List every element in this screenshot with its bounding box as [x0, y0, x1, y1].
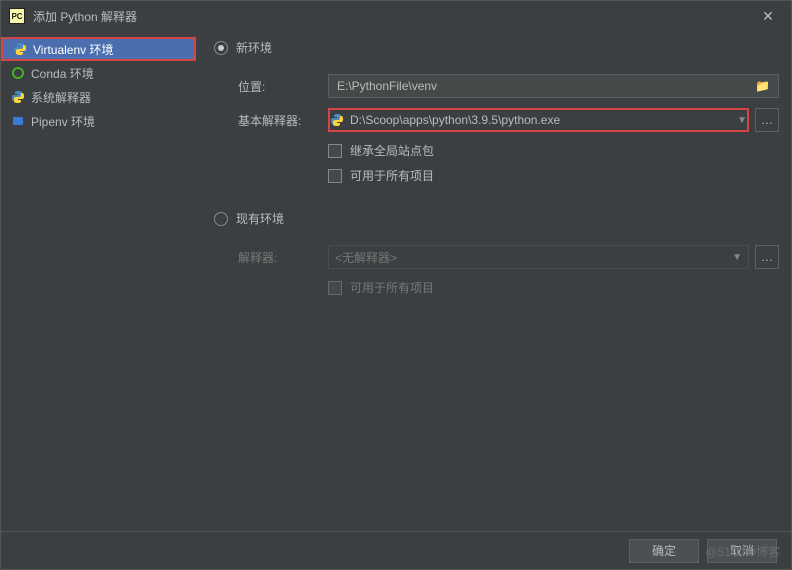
interpreter-row: 解释器: <无解释器> ▼ …	[214, 245, 779, 269]
main-panel: 新环境 位置: E:\PythonFile\venv 📁 基本解释器: D:\S…	[196, 31, 791, 531]
titlebar: PC 添加 Python 解释器 ✕	[1, 1, 791, 31]
sidebar: Virtualenv 环境 Conda 环境 系统解释器 Pipenv 环境	[1, 31, 196, 531]
sidebar-item-conda[interactable]: Conda 环境	[1, 61, 196, 85]
cancel-button[interactable]: 取消	[707, 539, 777, 563]
interpreter-label: 解释器:	[238, 249, 328, 266]
checkbox-icon	[328, 281, 342, 295]
python-icon	[330, 113, 344, 127]
location-label: 位置:	[238, 78, 328, 95]
available-all-checkbox-row-2: 可用于所有项目	[328, 279, 779, 296]
checkbox-icon[interactable]	[328, 169, 342, 183]
sidebar-item-label: Conda 环境	[31, 65, 94, 82]
new-env-label: 新环境	[236, 39, 272, 56]
interpreter-value: <无解释器>	[335, 249, 397, 266]
radio-icon[interactable]	[214, 41, 228, 55]
location-value: E:\PythonFile\venv	[337, 79, 437, 93]
app-icon: PC	[9, 8, 25, 24]
base-interpreter-value: D:\Scoop\apps\python\3.9.5\python.exe	[350, 113, 560, 127]
footer: 确定 取消	[1, 531, 791, 569]
existing-env-label: 现有环境	[236, 210, 284, 227]
existing-env-radio-row[interactable]: 现有环境	[214, 210, 779, 227]
sidebar-item-label: 系统解释器	[31, 89, 91, 106]
sidebar-item-system[interactable]: 系统解释器	[1, 85, 196, 109]
python-icon	[11, 90, 25, 104]
python-icon	[13, 42, 27, 56]
chevron-down-icon: ▼	[732, 252, 742, 263]
sidebar-item-virtualenv[interactable]: Virtualenv 环境	[1, 37, 196, 61]
available-all-label-2: 可用于所有项目	[350, 279, 434, 296]
interpreter-dropdown: <无解释器> ▼	[328, 245, 749, 269]
base-interpreter-dropdown[interactable]: D:\Scoop\apps\python\3.9.5\python.exe ▼	[328, 108, 749, 132]
radio-icon[interactable]	[214, 212, 228, 226]
pipenv-icon	[11, 114, 25, 128]
checkbox-icon[interactable]	[328, 144, 342, 158]
sidebar-item-label: Pipenv 环境	[31, 113, 95, 130]
ok-button[interactable]: 确定	[629, 539, 699, 563]
location-input[interactable]: E:\PythonFile\venv 📁	[328, 74, 779, 98]
browse-button[interactable]: …	[755, 108, 779, 132]
conda-icon	[11, 66, 25, 80]
new-env-radio-row[interactable]: 新环境	[214, 39, 779, 56]
sidebar-item-pipenv[interactable]: Pipenv 环境	[1, 109, 196, 133]
available-all-label: 可用于所有项目	[350, 167, 434, 184]
browse-button[interactable]: …	[755, 245, 779, 269]
dialog-body: Virtualenv 环境 Conda 环境 系统解释器 Pipenv 环境 新…	[1, 31, 791, 531]
chevron-down-icon: ▼	[737, 115, 747, 126]
folder-icon[interactable]: 📁	[755, 79, 770, 93]
location-row: 位置: E:\PythonFile\venv 📁	[214, 74, 779, 98]
sidebar-item-label: Virtualenv 环境	[33, 41, 113, 58]
available-all-checkbox-row[interactable]: 可用于所有项目	[328, 167, 779, 184]
close-icon[interactable]: ✕	[753, 8, 783, 25]
inherit-checkbox-row[interactable]: 继承全局站点包	[328, 142, 779, 159]
base-interpreter-row: 基本解释器: D:\Scoop\apps\python\3.9.5\python…	[214, 108, 779, 132]
base-interpreter-label: 基本解释器:	[238, 112, 328, 129]
inherit-label: 继承全局站点包	[350, 142, 434, 159]
window-title: 添加 Python 解释器	[33, 8, 753, 25]
